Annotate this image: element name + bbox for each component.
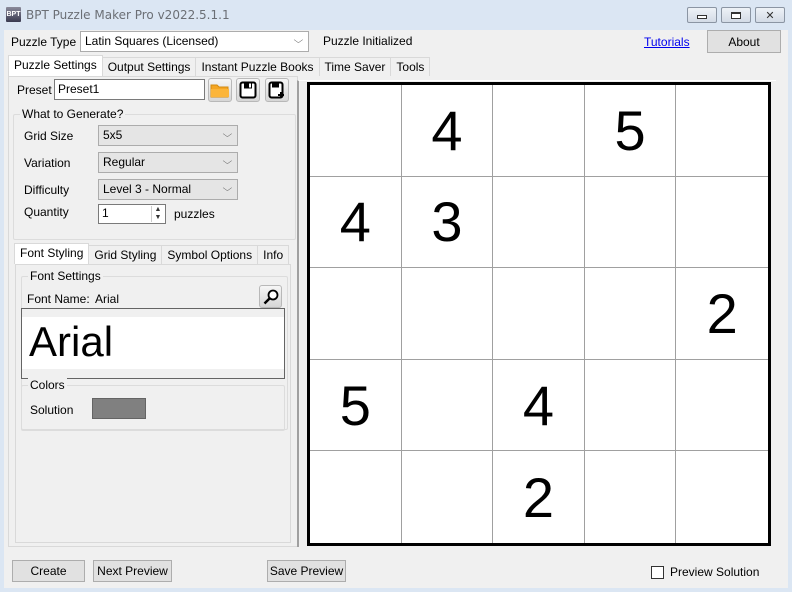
- grid-cell-r2-c5: [676, 177, 768, 269]
- solution-color-swatch[interactable]: [92, 398, 146, 419]
- grid-size-value: 5x5: [103, 128, 123, 142]
- grid-cell-r5-c4: [585, 451, 677, 543]
- grid-cell-r3-c3: [493, 268, 585, 360]
- minimize-button[interactable]: [687, 7, 717, 23]
- grid-cell-r5-c1: [310, 451, 402, 543]
- grid-cell-r3-c1: [310, 268, 402, 360]
- chevron-down-icon: ⌵: [293, 35, 304, 45]
- grid-cell-r3-c5: 2: [676, 268, 768, 360]
- font-settings-title: Font Settings: [28, 269, 103, 283]
- close-icon: ✕: [765, 9, 775, 22]
- open-folder-icon: [210, 84, 229, 98]
- variation-label: Variation: [24, 156, 71, 170]
- grid-cell-r2-c2: 3: [401, 176, 494, 269]
- difficulty-select[interactable]: Level 3 - Normal ⌵: [98, 179, 238, 200]
- puzzle-type-select[interactable]: Latin Squares (Licensed) ⌵: [80, 31, 309, 52]
- tab-puzzle-settings[interactable]: Puzzle Settings: [8, 55, 103, 76]
- grid-cell-r5-c2: [402, 451, 494, 543]
- grid-cell-r2-c1: 4: [310, 176, 402, 269]
- colors-title: Colors: [28, 378, 67, 392]
- grid-cell-r4-c3: 4: [493, 359, 585, 452]
- difficulty-label: Difficulty: [24, 183, 70, 197]
- next-preview-button[interactable]: Next Preview: [93, 560, 172, 582]
- grid-cell-r4-c5: [676, 360, 768, 452]
- title-bar: BPT BPT Puzzle Maker Pro v2022.5.1.1 ✕: [0, 0, 792, 30]
- grid-cell-r4-c4: [584, 359, 677, 452]
- chevron-down-icon: ⌵: [222, 183, 233, 193]
- magnifier-icon: [263, 289, 278, 304]
- preset-value: Preset1: [58, 82, 100, 96]
- grid-cell-r2-c4: [584, 176, 677, 269]
- sub-tab-strip: Font Styling Grid Styling Symbol Options…: [14, 243, 290, 264]
- grid-cell-r1-c3: [493, 85, 585, 177]
- preview-solution-checkbox[interactable]: [651, 566, 664, 579]
- grid-cell-r4-c1: 5: [310, 359, 402, 452]
- puzzle-type-value: Latin Squares (Licensed): [85, 34, 219, 48]
- tab-info[interactable]: Info: [257, 245, 290, 264]
- quantity-stepper[interactable]: 1 ▲ ▼: [98, 204, 166, 224]
- variation-value: Regular: [103, 155, 146, 169]
- puzzle-grid: 45432542: [307, 82, 771, 546]
- quantity-unit-label: puzzles: [174, 207, 215, 221]
- create-button[interactable]: Create: [12, 560, 85, 582]
- variation-select[interactable]: Regular ⌵: [98, 152, 238, 173]
- tab-tools[interactable]: Tools: [390, 57, 431, 76]
- stepper-up-icon[interactable]: ▲: [152, 206, 164, 214]
- chevron-down-icon: ⌵: [222, 156, 233, 166]
- quantity-label: Quantity: [24, 205, 69, 219]
- tutorials-link[interactable]: Tutorials: [644, 35, 690, 49]
- about-button[interactable]: About: [707, 30, 781, 53]
- grid-cell-r1-c5: [676, 85, 768, 177]
- grid-cell-r1-c2: 4: [401, 85, 494, 177]
- tab-time-saver[interactable]: Time Saver: [318, 57, 392, 76]
- tab-grid-styling[interactable]: Grid Styling: [88, 245, 163, 264]
- stepper-down-icon[interactable]: ▼: [152, 214, 164, 222]
- save-as-icon: [268, 81, 284, 99]
- minimize-icon: [697, 14, 707, 19]
- grid-cell-r3-c4: [584, 268, 677, 360]
- bpt-app-icon: BPT: [6, 7, 21, 22]
- preset-input[interactable]: Preset1: [54, 79, 205, 100]
- font-name-value: Arial: [95, 292, 120, 306]
- save-icon: [239, 81, 257, 99]
- window-title: BPT Puzzle Maker Pro v2022.5.1.1: [26, 8, 230, 22]
- grid-cell-r1-c1: [310, 85, 402, 177]
- solution-color-label: Solution: [30, 403, 74, 417]
- save-preset-as-button[interactable]: [265, 78, 289, 102]
- grid-cell-r2-c3: [493, 176, 585, 269]
- chevron-down-icon: ⌵: [222, 129, 233, 139]
- tab-symbol-options[interactable]: Symbol Options: [161, 245, 259, 264]
- preview-solution-label: Preview Solution: [670, 565, 760, 579]
- font-browse-button[interactable]: [259, 285, 282, 308]
- tab-font-styling[interactable]: Font Styling: [14, 243, 90, 264]
- client-area: Puzzle Type Latin Squares (Licensed) ⌵ P…: [4, 30, 788, 588]
- grid-cell-r5-c3: 2: [493, 451, 585, 543]
- font-name-label: Font Name:: [27, 292, 90, 306]
- tab-instant-puzzle-books[interactable]: Instant Puzzle Books: [195, 57, 320, 76]
- grid-cell-r1-c4: 5: [584, 85, 677, 177]
- puzzle-type-label: Puzzle Type: [11, 35, 77, 49]
- open-preset-button[interactable]: [208, 78, 232, 102]
- font-preview-box: Arial: [21, 308, 285, 379]
- close-button[interactable]: ✕: [755, 7, 785, 23]
- save-preset-button[interactable]: [236, 78, 260, 102]
- tab-output-settings[interactable]: Output Settings: [101, 57, 197, 76]
- preset-label: Preset: [17, 83, 52, 97]
- font-preview-text: Arial: [22, 317, 284, 369]
- grid-size-label: Grid Size: [24, 129, 74, 143]
- maximize-button[interactable]: [721, 7, 751, 23]
- grid-cell-r3-c2: [401, 268, 494, 360]
- maximize-icon: [731, 11, 741, 19]
- grid-size-select[interactable]: 5x5 ⌵: [98, 125, 238, 146]
- what-to-generate-title: What to Generate?: [20, 107, 126, 121]
- grid-cell-r5-c5: [676, 451, 768, 543]
- difficulty-value: Level 3 - Normal: [103, 182, 192, 196]
- save-preview-button[interactable]: Save Preview: [267, 560, 346, 582]
- main-tab-strip: Puzzle Settings Output Settings Instant …: [8, 55, 431, 76]
- status-text: Puzzle Initialized: [323, 34, 413, 48]
- quantity-value: 1: [102, 206, 109, 220]
- grid-cell-r4-c2: [401, 359, 494, 452]
